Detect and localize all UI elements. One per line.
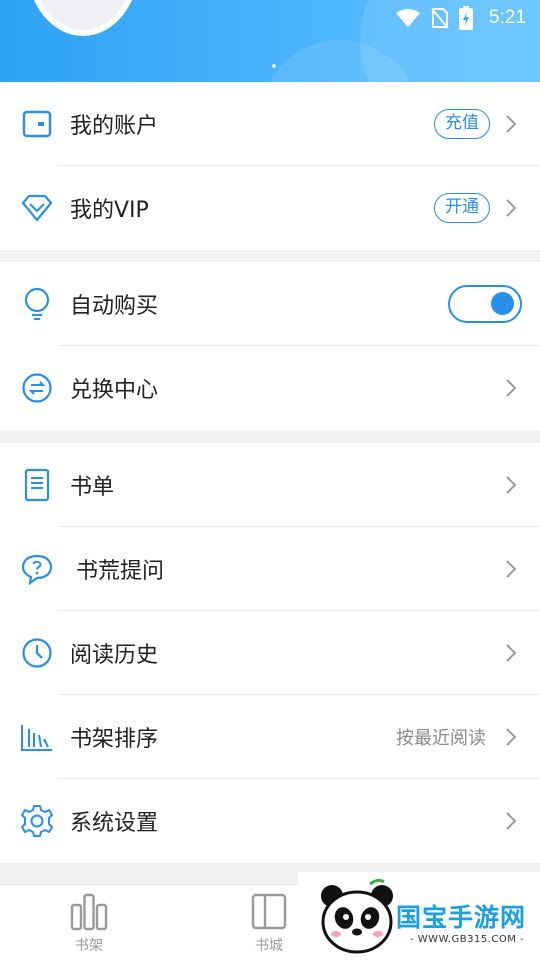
library-group: 书单 书荒提问 阅读历史 书架排序 按最近阅读 系统设置 [0,443,540,863]
diamond-icon [20,191,54,225]
avatar[interactable] [26,0,140,36]
menu-item-book-request[interactable]: 书荒提问 [0,527,540,611]
tab-label: 书架 [75,938,103,954]
menu-item-settings[interactable]: 系统设置 [0,779,540,863]
header-sparkle [272,64,276,68]
account-group: 我的账户 充值 我的VIP 开通 [0,82,540,250]
profile-header: 5:21 [0,0,540,82]
menu-item-label: 系统设置 [70,811,159,836]
chevron-right-icon [506,115,517,133]
battery-charging-icon [459,6,474,30]
menu-item-label: 书荒提问 [76,559,165,584]
watermark-title: 国宝手游网 [396,903,527,932]
menu-item-my-account[interactable]: 我的账户 充值 [0,82,540,166]
chevron-right-icon [506,379,517,397]
chevron-right-icon [506,812,517,830]
sort-bars-icon [20,720,54,754]
menu-item-label: 兑换中心 [70,378,159,403]
booklist-icon [20,468,54,502]
tab-bookshelf[interactable]: 书架 [59,893,119,955]
menu-item-my-vip[interactable]: 我的VIP 开通 [0,166,540,250]
status-bar: 5:21 [395,6,526,30]
chevron-right-icon [506,560,517,578]
toggle-knob [491,292,514,315]
menu-item-reading-history[interactable]: 阅读历史 [0,611,540,695]
watermark-logo: 国宝手游网 - WWW.GB315.COM - [298,872,540,960]
tab-bookstore[interactable]: 书城 [239,893,299,955]
watermark-subtitle: - WWW.GB315.COM - [410,934,525,945]
menu-item-auto-purchase: 自动购买 [0,262,540,346]
chevron-right-icon [506,644,517,662]
exchange-icon [20,371,54,405]
chevron-right-icon [506,728,517,746]
tab-label: 书城 [255,938,283,954]
bookshelf-icon [70,893,108,931]
bookstore-icon [251,893,287,930]
menu-item-booklist[interactable]: 书单 [0,443,540,527]
clock-icon [20,636,54,670]
menu-item-label: 书架排序 [70,727,159,752]
auto-purchase-toggle[interactable] [448,285,522,323]
activate-vip-button[interactable]: 开通 [434,193,490,223]
menu-item-redeem-center[interactable]: 兑换中心 [0,346,540,430]
chevron-right-icon [506,476,517,494]
clock-time: 5:21 [489,7,526,28]
menu-item-label: 阅读历史 [70,643,159,668]
menu-item-shelf-sort[interactable]: 书架排序 按最近阅读 [0,695,540,779]
menu-item-label: 书单 [70,475,115,500]
menu-item-label: 我的VIP [70,198,149,223]
wifi-icon [396,9,421,27]
purchase-group: 自动购买 兑换中心 [0,262,540,430]
question-bubble-icon [20,552,54,586]
recharge-button[interactable]: 充值 [434,109,490,139]
chevron-right-icon [506,199,517,217]
gear-icon [20,804,54,838]
lightbulb-icon [20,287,54,321]
sort-mode-value: 按最近阅读 [396,728,486,749]
panda-logo-icon [321,878,393,954]
wallet-icon [20,107,54,141]
menu-item-label: 我的账户 [70,114,159,139]
no-sim-icon [431,8,449,29]
menu-item-label: 自动购买 [70,294,159,319]
